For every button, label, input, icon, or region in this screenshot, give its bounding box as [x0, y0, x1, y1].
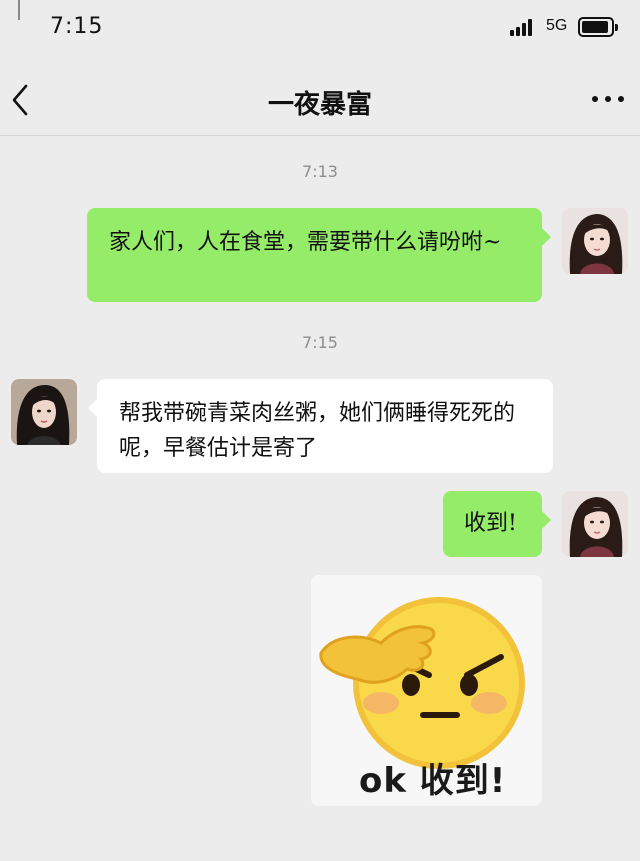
my-avatar[interactable] — [562, 491, 628, 557]
avatar-image — [562, 491, 628, 557]
sticker-message[interactable]: ok 收到! — [311, 575, 542, 806]
contact-avatar[interactable] — [11, 379, 77, 445]
message-text: 收到! — [464, 511, 517, 536]
chat-title: 一夜暴富 — [267, 90, 372, 120]
message-bubble-sent[interactable]: 收到! — [443, 491, 551, 557]
message-timestamp: 7:13 — [302, 162, 338, 181]
my-avatar[interactable] — [562, 208, 628, 274]
network-type: 5G — [546, 17, 568, 34]
sticker-caption: ok 收到! — [359, 761, 507, 801]
message-bubble-sent[interactable]: 家人们，人在食堂，需要带什么请吩咐~ — [87, 208, 551, 302]
message-text: 家人们，人在食堂，需要带什么请吩咐~ — [109, 230, 502, 255]
status-time: 7:15 — [50, 14, 104, 39]
message-timestamp: 7:15 — [302, 333, 338, 352]
screen-edge-mark — [18, 0, 20, 20]
signal-icon — [510, 18, 538, 36]
avatar-image — [562, 208, 628, 274]
avatar-image — [11, 379, 77, 445]
status-bar: 7:15 5G — [0, 0, 640, 58]
more-icon[interactable] — [592, 96, 626, 104]
message-bubble-received[interactable]: 帮我带碗青菜肉丝粥，她们俩睡得死死的呢，早餐估计是寄了 — [88, 379, 553, 473]
battery-icon — [578, 17, 618, 37]
chat-header: 一夜暴富 — [0, 60, 640, 136]
message-text: 帮我带碗青菜肉丝粥，她们俩睡得死死的呢，早餐估计是寄了 — [119, 401, 516, 461]
